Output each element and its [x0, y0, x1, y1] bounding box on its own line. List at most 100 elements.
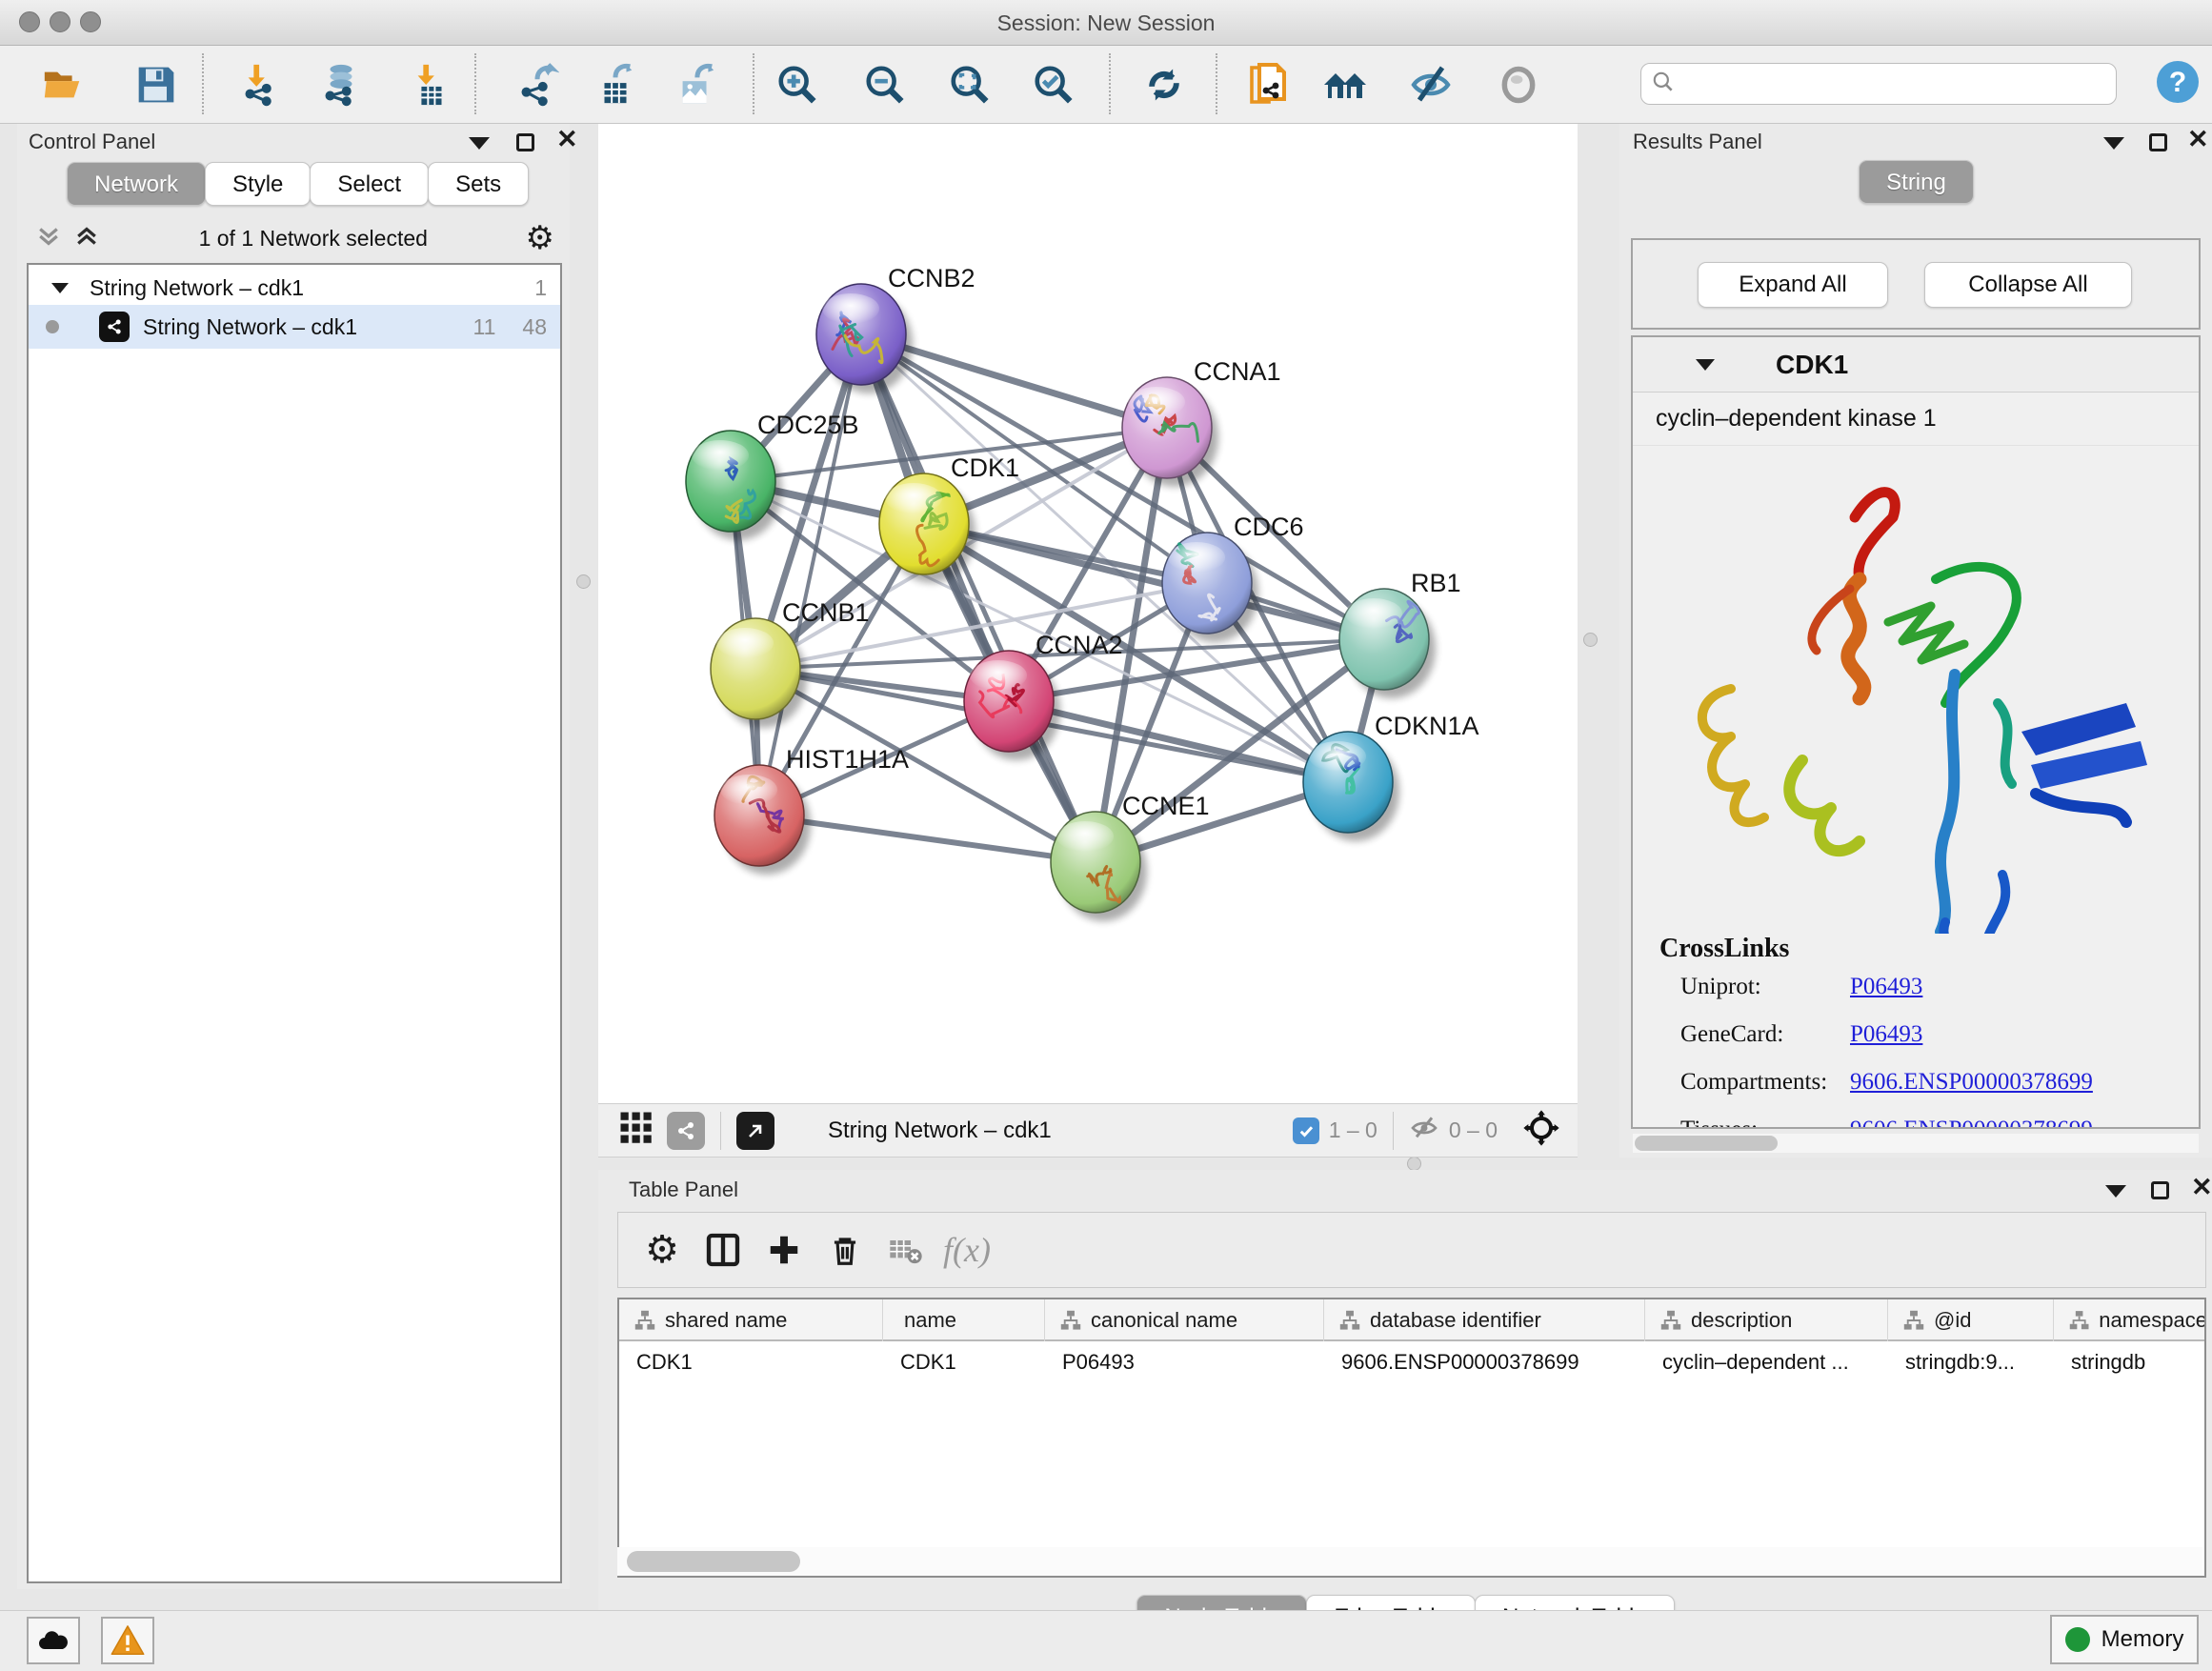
collapse-all-networks-icon[interactable]: [34, 222, 63, 255]
memory-button[interactable]: Memory: [2050, 1615, 2199, 1664]
memory-label: Memory: [2101, 1626, 2184, 1653]
protein-collapse-icon[interactable]: [1696, 359, 1715, 371]
crosslink-row: Tissues:9606.ENSP00000378699: [1659, 1117, 2199, 1129]
crosslinks-section: CrossLinks Uniprot:P06493GeneCard:P06493…: [1633, 934, 2199, 1129]
export-network-icon[interactable]: [514, 62, 560, 108]
crosslink-link[interactable]: 9606.ENSP00000378699: [1850, 1117, 2093, 1129]
network-collection-row[interactable]: String Network – cdk1 1: [29, 271, 560, 305]
table-cell[interactable]: CDK1: [619, 1341, 883, 1383]
collection-expand-icon[interactable]: [51, 283, 69, 293]
table-panel-float-button[interactable]: [2105, 1185, 2126, 1198]
expand-all-button[interactable]: Expand All: [1698, 262, 1888, 308]
search-icon: [1651, 70, 1676, 99]
network-selection-status: 1 of 1 Network selected: [101, 226, 526, 252]
crosslink-link[interactable]: P06493: [1850, 974, 1922, 1000]
import-network-database-icon[interactable]: [318, 62, 364, 108]
network-edge[interactable]: [861, 334, 1096, 862]
node-table: shared namenamecanonical namedatabase id…: [617, 1298, 2206, 1578]
eye-icon[interactable]: [1496, 62, 1541, 108]
grid-view-icon[interactable]: [619, 1111, 654, 1150]
tab-string[interactable]: String: [1859, 160, 1974, 204]
warning-icon[interactable]: [101, 1617, 154, 1664]
network-node-CDKN1A[interactable]: CDKN1A: [1303, 712, 1479, 841]
collapse-all-button[interactable]: Collapse All: [1924, 262, 2132, 308]
hide-unhide-icon[interactable]: [1408, 62, 1454, 108]
protein-section-header[interactable]: CDK1: [1633, 337, 2199, 393]
zoom-selected-icon[interactable]: [1031, 62, 1076, 108]
import-table-icon[interactable]: [408, 62, 453, 108]
expand-all-networks-icon[interactable]: [72, 222, 101, 255]
network-view-title: String Network – cdk1: [828, 1117, 1052, 1144]
table-panel-close-button[interactable]: ✕: [2191, 1178, 2212, 1200]
crosslink-link[interactable]: P06493: [1850, 1021, 1922, 1048]
table-cell[interactable]: stringdb:9...: [1888, 1341, 2054, 1383]
tab-sets[interactable]: Sets: [428, 162, 529, 206]
table-cell[interactable]: stringdb: [2054, 1341, 2206, 1383]
string-import-document-icon[interactable]: [1246, 62, 1292, 108]
network-node-HIST1H1A[interactable]: HIST1H1A: [714, 745, 909, 875]
network-node-CDK1[interactable]: CDK1: [879, 453, 1019, 583]
delete-column-icon[interactable]: [814, 1223, 875, 1277]
network-row[interactable]: String Network – cdk1 11 48: [29, 305, 560, 349]
network-options-gear-icon[interactable]: ⚙: [526, 222, 554, 254]
delete-table-icon[interactable]: [875, 1223, 936, 1277]
table-cell[interactable]: CDK1: [883, 1341, 1045, 1383]
control-panel-close-button[interactable]: ✕: [556, 130, 578, 152]
results-panel-maximize-button[interactable]: [2149, 133, 2167, 151]
column-header-name[interactable]: name: [883, 1299, 1045, 1341]
help-icon[interactable]: ?: [2155, 59, 2201, 105]
export-image-icon[interactable]: [673, 62, 718, 108]
table-panel-maximize-button[interactable]: [2151, 1181, 2169, 1199]
birdseye-navigator-icon[interactable]: [1522, 1109, 1560, 1152]
column-header-description[interactable]: description: [1645, 1299, 1888, 1341]
hidden-eye-icon[interactable]: [1409, 1113, 1439, 1148]
column-header-shared-name[interactable]: shared name: [619, 1299, 883, 1341]
table-row[interactable]: CDK1CDK1P064939606.ENSP00000378699cyclin…: [619, 1341, 2204, 1383]
column-header--id[interactable]: @id: [1888, 1299, 2054, 1341]
crosslink-link[interactable]: 9606.ENSP00000378699: [1850, 1069, 2093, 1096]
show-columns-icon[interactable]: [693, 1223, 754, 1277]
table-horizontal-scrollbar[interactable]: [617, 1547, 2202, 1576]
column-header-namespace[interactable]: namespace: [2054, 1299, 2206, 1341]
zoom-in-icon[interactable]: [774, 62, 820, 108]
column-header-canonical-name[interactable]: canonical name: [1045, 1299, 1324, 1341]
selected-checkbox-icon[interactable]: [1293, 1117, 1319, 1144]
column-header-database-identifier[interactable]: database identifier: [1324, 1299, 1645, 1341]
zoom-fit-icon[interactable]: [947, 62, 993, 108]
export-table-icon[interactable]: [593, 62, 638, 108]
scrollbar-thumb[interactable]: [627, 1551, 800, 1572]
control-panel-float-button[interactable]: [469, 137, 490, 150]
add-column-icon[interactable]: [754, 1223, 814, 1277]
table-cell[interactable]: 9606.ENSP00000378699: [1324, 1341, 1645, 1383]
control-panel-maximize-button[interactable]: [516, 133, 534, 151]
splitter-handle[interactable]: [1407, 1157, 1421, 1171]
table-options-gear-icon[interactable]: ⚙: [632, 1223, 693, 1277]
results-panel-float-button[interactable]: [2103, 137, 2124, 150]
network-node-CCNA1[interactable]: CCNA1: [1122, 357, 1281, 487]
scrollbar-thumb[interactable]: [1635, 1136, 1778, 1151]
open-session-icon[interactable]: [40, 62, 86, 108]
results-panel-close-button[interactable]: ✕: [2187, 130, 2209, 152]
refresh-icon[interactable]: [1141, 62, 1187, 108]
detach-view-icon[interactable]: [736, 1112, 774, 1150]
tab-select[interactable]: Select: [310, 162, 429, 206]
function-builder-icon[interactable]: f(x): [936, 1223, 997, 1277]
home-networks-icon[interactable]: [1322, 62, 1368, 108]
network-node-RB1[interactable]: RB1: [1339, 569, 1461, 698]
tab-network[interactable]: Network: [67, 162, 206, 206]
table-cell[interactable]: cyclin–dependent ...: [1645, 1341, 1888, 1383]
import-network-file-icon[interactable]: [238, 62, 284, 108]
network-canvas[interactable]: CCNB2CCNA1CDC25BCDK1CDC6RB1CCNB1CCNA2CDK…: [598, 124, 1578, 1103]
save-session-icon[interactable]: [133, 62, 179, 108]
network-node-CCNB2[interactable]: CCNB2: [816, 264, 975, 393]
network-view-share-icon[interactable]: [667, 1112, 705, 1150]
results-horizontal-scrollbar[interactable]: [1633, 1134, 2199, 1153]
tab-style[interactable]: Style: [205, 162, 311, 206]
search-bar: [1640, 63, 2117, 105]
splitter-handle[interactable]: [576, 574, 591, 589]
splitter-handle[interactable]: [1583, 633, 1598, 647]
zoom-out-icon[interactable]: [862, 62, 908, 108]
cloud-icon[interactable]: [27, 1617, 80, 1664]
table-cell[interactable]: P06493: [1045, 1341, 1324, 1383]
search-input[interactable]: [1676, 71, 2095, 96]
